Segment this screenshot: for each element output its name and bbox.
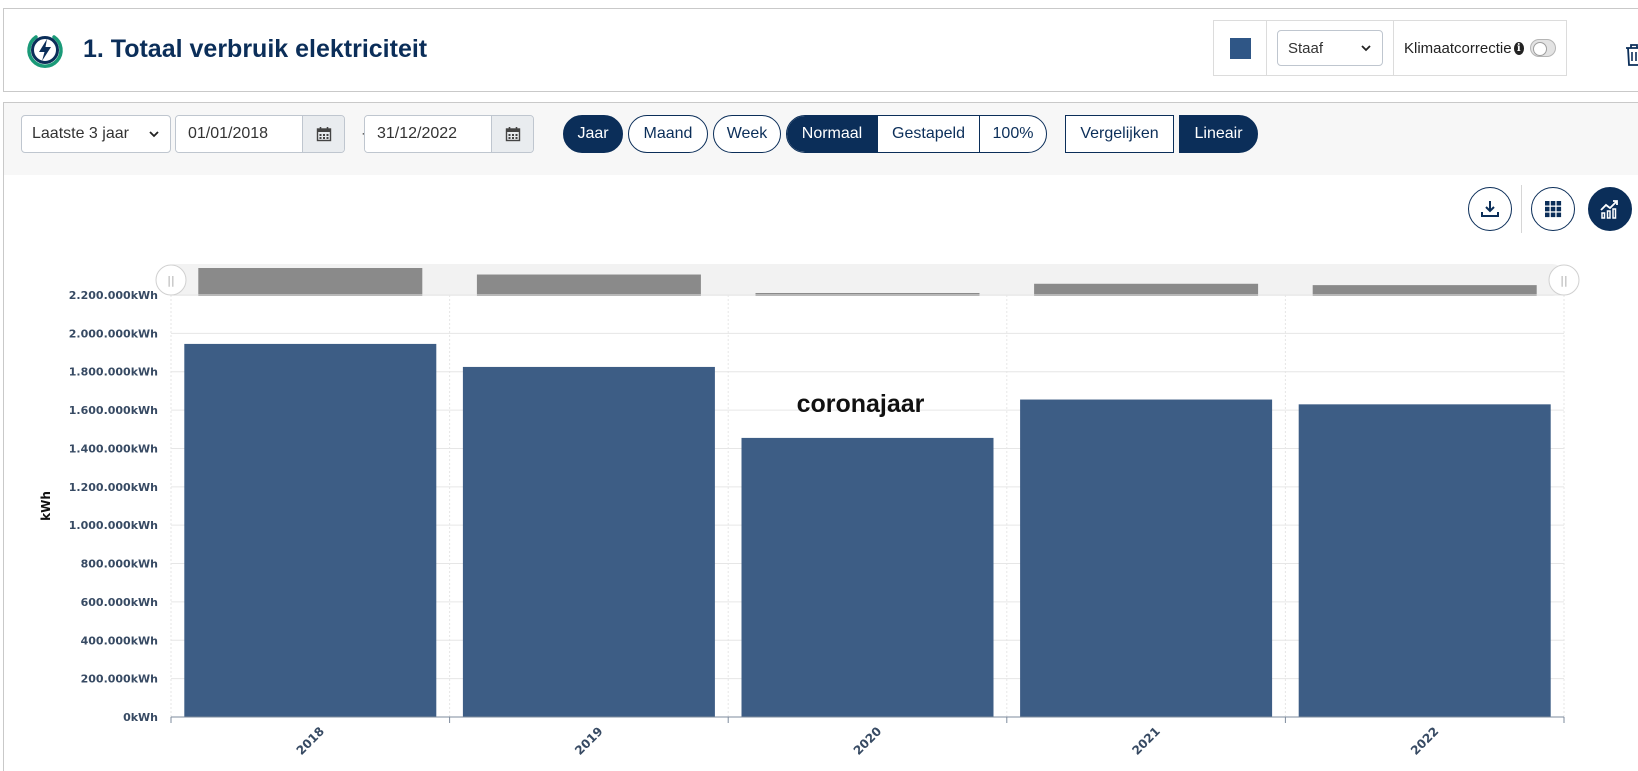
x-tick-label: 2018 — [294, 724, 328, 758]
y-axis-label: kWh — [39, 491, 53, 521]
navigator-bar — [1034, 283, 1259, 296]
svg-text:||: || — [167, 274, 174, 287]
navigator-bar — [476, 274, 701, 296]
x-tick-label: 2019 — [572, 724, 606, 758]
bar-2019[interactable] — [462, 366, 715, 717]
y-tick-label: 0kWh — [123, 711, 158, 724]
y-tick-label: 1.200.000kWh — [69, 481, 158, 494]
bar-2021[interactable] — [1020, 399, 1273, 717]
navigator-bar — [1312, 285, 1537, 296]
x-tick-label: 2021 — [1129, 724, 1163, 758]
bar-2022[interactable] — [1298, 404, 1551, 717]
y-tick-label: 2.000.000kWh — [69, 327, 158, 340]
y-tick-label: 400.000kWh — [81, 634, 158, 647]
y-tick-label: 1.000.000kWh — [69, 519, 158, 532]
y-tick-label: 1.400.000kWh — [69, 442, 158, 455]
svg-text:||: || — [1560, 274, 1567, 287]
y-tick-label: 800.000kWh — [81, 558, 158, 571]
y-tick-label: 2.200.000kWh — [69, 289, 158, 302]
x-tick-label: 2020 — [851, 724, 885, 758]
y-tick-label: 1.600.000kWh — [69, 404, 158, 417]
y-tick-label: 1.800.000kWh — [69, 366, 158, 379]
y-tick-label: 200.000kWh — [81, 673, 158, 686]
bar-chart: 0kWh 200.000kWh 400.000kWh 600.000kWh 800.00… — [39, 264, 1580, 758]
bar-2020[interactable] — [741, 437, 994, 717]
x-tick-label: 2022 — [1408, 724, 1442, 758]
y-tick-label: 600.000kWh — [81, 596, 158, 609]
navigator-bar — [198, 268, 423, 296]
bar-2018[interactable] — [184, 343, 437, 717]
annotation-label: coronajaar — [797, 390, 925, 418]
